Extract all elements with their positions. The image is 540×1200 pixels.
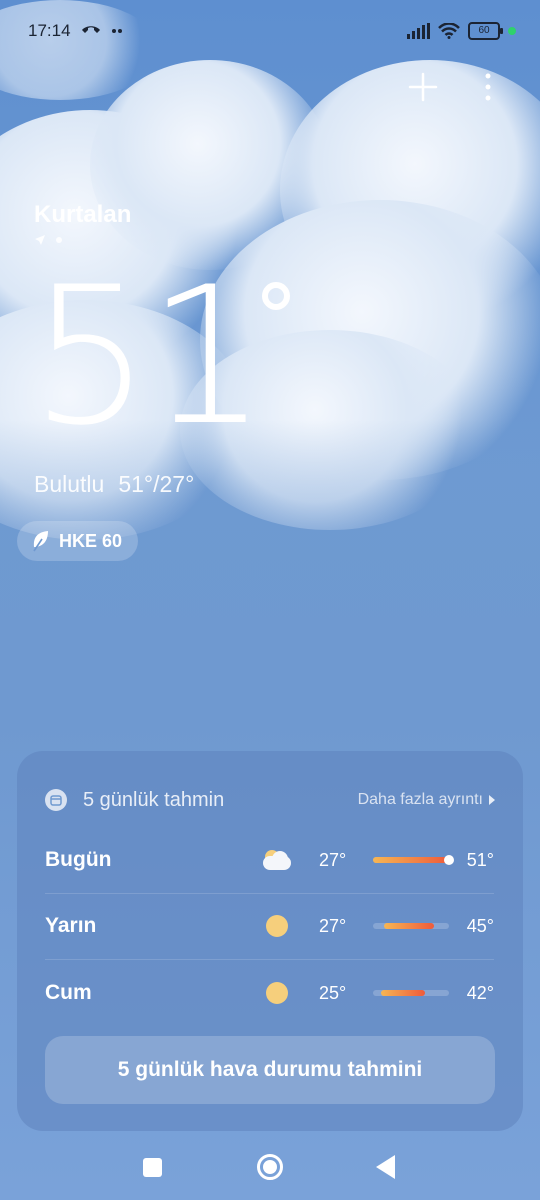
- signal-icon: [407, 23, 430, 39]
- partly-cloudy-icon: [261, 848, 293, 872]
- sunny-icon: [266, 982, 288, 1004]
- forecast-card: 5 günlük tahmin Daha fazla ayrıntı Bugün…: [17, 751, 523, 1131]
- current-condition: Bulutlu 51°/27°: [34, 471, 194, 498]
- forecast-low: 27°: [319, 849, 347, 870]
- status-bar: 17:14 60: [28, 18, 516, 44]
- privacy-indicator: [508, 27, 516, 35]
- forecast-row-today[interactable]: Bugün 27° 51°: [45, 827, 494, 893]
- current-temp-marker: [444, 855, 454, 865]
- forecast-high: 42°: [466, 982, 494, 1003]
- battery-icon: 60: [468, 22, 503, 40]
- location-indicators: [34, 234, 62, 246]
- air-quality-badge[interactable]: HKE 60: [17, 521, 139, 561]
- forecast-low: 25°: [319, 982, 347, 1003]
- high-low-text: 51°/27°: [118, 471, 195, 497]
- dots-icon: [111, 29, 122, 33]
- leaf-icon: [33, 531, 48, 552]
- forecast-high: 51°: [466, 849, 494, 870]
- forecast-header: 5 günlük tahmin Daha fazla ayrıntı: [45, 785, 495, 815]
- status-time: 17:14: [28, 21, 71, 40]
- temp-range-bar: [373, 855, 454, 865]
- city-name: Kurtalan: [34, 201, 132, 228]
- more-options-button[interactable]: [476, 70, 500, 104]
- forecast-title: 5 günlük tahmin: [83, 788, 225, 811]
- condition-text: Bulutlu: [34, 471, 105, 497]
- air-quality-label: HKE 60: [59, 530, 123, 551]
- forecast-row-tomorrow[interactable]: Yarın 27° 45°: [45, 893, 494, 959]
- five-day-forecast-button[interactable]: 5 günlük hava durumu tahmini: [45, 1036, 495, 1104]
- sunny-icon: [266, 915, 288, 937]
- temp-range-bar: [373, 923, 449, 929]
- forecast-day: Yarın: [45, 914, 97, 937]
- phone-icon: [81, 26, 100, 33]
- calendar-icon: [45, 789, 67, 811]
- location-arrow-icon: [35, 235, 45, 245]
- back-button[interactable]: [376, 1155, 395, 1179]
- add-city-button[interactable]: [406, 70, 440, 104]
- more-details-link[interactable]: Daha fazla ayrıntı: [358, 791, 495, 809]
- forecast-high: 45°: [466, 915, 494, 936]
- forecast-low: 27°: [319, 915, 347, 936]
- more-details-label: Daha fazla ayrıntı: [357, 791, 483, 808]
- current-temperature: 51: [30, 246, 268, 467]
- chevron-right-icon: [489, 795, 495, 805]
- temp-range-bar: [373, 990, 449, 996]
- forecast-row-friday[interactable]: Cum 25° 42°: [45, 960, 494, 1026]
- wifi-icon: [438, 23, 460, 39]
- page-indicator-dot: [56, 237, 62, 243]
- forecast-day: Bugün: [45, 848, 112, 871]
- home-button[interactable]: [257, 1154, 283, 1180]
- degree-symbol: [262, 282, 290, 310]
- recent-apps-button[interactable]: [143, 1158, 162, 1177]
- forecast-day: Cum: [45, 981, 92, 1004]
